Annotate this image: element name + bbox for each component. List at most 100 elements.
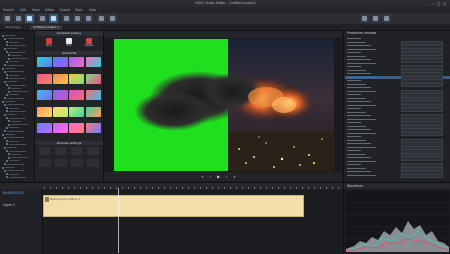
properties-title: Properties window <box>347 31 377 35</box>
ruler-tick <box>116 187 117 189</box>
ruler-tick <box>86 187 87 189</box>
gradient-swatch[interactable] <box>53 90 69 100</box>
gradient-swatch[interactable] <box>37 106 52 117</box>
objects-explorer <box>0 31 35 181</box>
transitions-icon[interactable] <box>84 14 93 23</box>
gradient-swatch[interactable] <box>85 73 101 84</box>
radial-gradient-icon[interactable] <box>55 147 67 155</box>
ruler-tick <box>74 187 75 189</box>
ruler-tick <box>122 187 123 189</box>
linear-gradient-icon[interactable] <box>39 147 51 155</box>
gradient-swatch[interactable] <box>85 106 101 117</box>
step-back-icon[interactable]: ‹ <box>208 174 213 179</box>
audio-effects-icon[interactable] <box>73 14 82 23</box>
timecode: 00:00:05.017 <box>3 191 25 195</box>
menu-project[interactable]: Project <box>3 8 14 12</box>
menu-view[interactable]: View <box>32 8 40 12</box>
gradient-swatch[interactable] <box>69 106 85 117</box>
ruler-tick <box>260 187 261 189</box>
gradient-swatch[interactable] <box>85 57 101 67</box>
timeline-ruler[interactable] <box>0 183 343 189</box>
gradient-swatch[interactable] <box>53 106 69 117</box>
rewind-icon[interactable]: « <box>200 174 205 179</box>
document-tabs: Start page Untitled project 1 <box>0 24 450 31</box>
scopes-panel: Waveform <box>343 182 450 254</box>
property-row[interactable] <box>345 173 450 179</box>
ruler-tick <box>134 187 135 189</box>
gradient-swatch[interactable] <box>69 123 85 133</box>
delete-gradient-button[interactable]: Delete <box>82 38 96 48</box>
close-icon[interactable]: × <box>442 1 447 6</box>
account-icon[interactable] <box>371 14 380 23</box>
tab-project[interactable]: Untitled project 1 <box>30 25 63 30</box>
window-title: VSDC Video Editor - Untitled project <box>194 1 256 5</box>
text-icon[interactable] <box>97 14 106 23</box>
export-icon[interactable] <box>49 14 58 23</box>
timeline-clip[interactable]: Background effect 1 <box>43 195 304 217</box>
ruler-tick <box>104 187 105 189</box>
ruler-tick <box>140 187 141 189</box>
ruler-tick <box>110 187 111 189</box>
ruler-tick <box>308 187 309 189</box>
maximize-icon[interactable]: □ <box>436 1 441 6</box>
settings-icon[interactable] <box>108 14 117 23</box>
angle-gradient-icon[interactable] <box>71 147 83 155</box>
menu-export[interactable]: Export <box>60 8 70 12</box>
gradient-swatch[interactable] <box>53 123 69 133</box>
ruler-tick <box>68 187 69 189</box>
tree-item[interactable] <box>6 176 37 179</box>
ruler-tick <box>80 187 81 189</box>
cut-icon[interactable] <box>14 14 23 23</box>
editor-icon[interactable] <box>25 14 34 23</box>
video-canvas[interactable] <box>114 39 334 171</box>
tab-start-page[interactable]: Start page <box>2 25 24 30</box>
gradient-swatch[interactable] <box>69 73 85 84</box>
undo-icon[interactable] <box>38 14 47 23</box>
gradient-swatch[interactable] <box>37 90 52 100</box>
gradient-swatch[interactable] <box>53 57 69 67</box>
layout-icon[interactable] <box>360 14 369 23</box>
ruler-tick <box>242 187 243 189</box>
gradient-panel: Gradient Gallery New Edit Delete Gradien… <box>35 31 104 181</box>
ruler-tick <box>44 187 45 189</box>
video-effects-icon[interactable] <box>62 14 71 23</box>
gradient-swatch[interactable] <box>85 123 101 133</box>
ruler-tick <box>314 187 315 189</box>
apply-gradient-icon[interactable] <box>87 159 99 167</box>
diamond-gradient-icon[interactable] <box>87 147 99 155</box>
play-icon[interactable]: ▶ <box>216 174 221 179</box>
ruler-tick <box>266 187 267 189</box>
reverse-gradient-icon[interactable] <box>55 159 67 167</box>
menu-help[interactable]: Help <box>89 8 96 12</box>
menu-edit[interactable]: Edit <box>20 8 26 12</box>
ruler-tick <box>272 187 273 189</box>
timeline: Layer 1 00:00:05.017 <box>0 182 343 254</box>
new-gradient-button[interactable]: New <box>42 38 56 48</box>
fast-forward-icon[interactable]: » <box>232 174 237 179</box>
gradient-swatch[interactable] <box>69 57 85 67</box>
ruler-tick <box>212 187 213 189</box>
minimize-icon[interactable]: – <box>430 1 435 6</box>
gradient-swatch[interactable] <box>37 73 52 84</box>
gradient-swatch[interactable] <box>37 123 52 133</box>
gradient-swatch[interactable] <box>53 73 69 84</box>
playhead[interactable] <box>118 188 119 253</box>
ruler-tick <box>194 187 195 189</box>
gradient-swatch[interactable] <box>69 90 85 100</box>
menu-editor[interactable]: Editor <box>45 8 54 12</box>
gradient-swatch[interactable] <box>85 90 101 100</box>
step-forward-icon[interactable]: › <box>224 174 229 179</box>
gradient-swatch[interactable] <box>37 57 52 67</box>
ruler-tick <box>332 187 333 189</box>
menu-tools[interactable]: Tools <box>75 8 83 12</box>
ruler-tick <box>278 187 279 189</box>
preview-toolbar <box>104 31 342 38</box>
ruler-tick <box>320 187 321 189</box>
ruler-tick <box>326 187 327 189</box>
reflect-gradient-icon[interactable] <box>39 159 51 167</box>
help-icon[interactable] <box>382 14 391 23</box>
edit-gradient-button[interactable]: Edit <box>62 38 76 48</box>
ruler-tick <box>338 187 339 189</box>
opacity-icon[interactable] <box>71 159 83 167</box>
ruler-tick <box>218 187 219 189</box>
